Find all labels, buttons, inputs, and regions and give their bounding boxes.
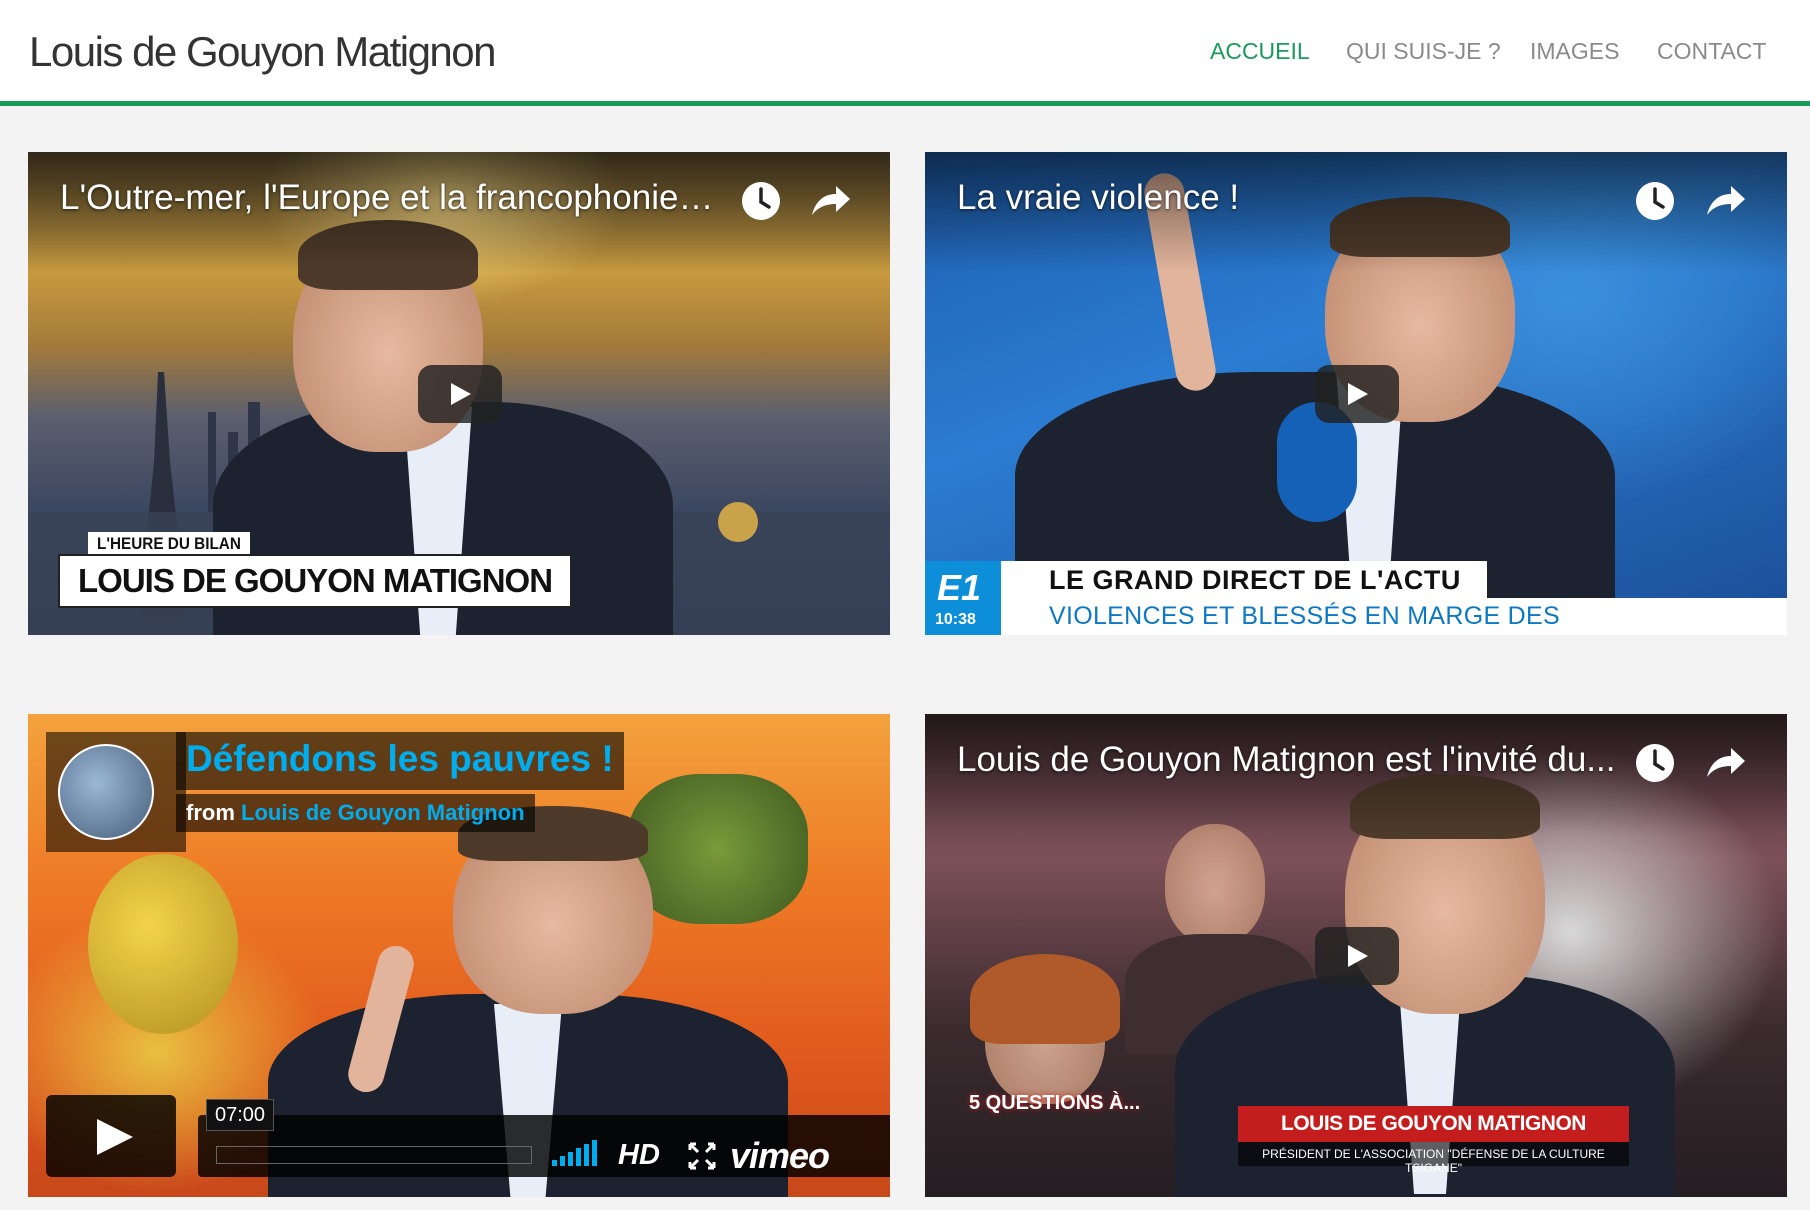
video-title[interactable]: L'Outre-mer, l'Europe et la francophonie… xyxy=(60,178,720,218)
video-author-line: from Louis de Gouyon Matignon xyxy=(176,794,535,832)
share-icon[interactable] xyxy=(1703,741,1747,785)
site-header: Louis de Gouyon Matignon ACCUEIL QUI SUI… xyxy=(0,0,1810,106)
play-button[interactable] xyxy=(1315,365,1399,423)
video-embed-defendons-les-pauvres[interactable]: Défendons les pauvres ! from Louis de Go… xyxy=(28,714,890,1197)
speaker-caption: LOUIS DE GOUYON MATIGNON xyxy=(1238,1106,1629,1142)
clock-icon[interactable] xyxy=(739,179,783,223)
video-duration: 07:00 xyxy=(206,1099,275,1131)
news-lower-third: E1 10:38 LE GRAND DIRECT DE L'ACTU VIOLE… xyxy=(925,561,1787,635)
share-icon[interactable] xyxy=(808,179,852,223)
play-button[interactable] xyxy=(46,1095,176,1177)
show-caption: L'HEURE DU BILAN xyxy=(88,532,250,556)
play-button[interactable] xyxy=(418,365,502,423)
video-title[interactable]: La vraie violence ! xyxy=(957,178,1617,218)
vase-image xyxy=(88,854,238,1034)
show-logo: 5 QUESTIONS À... xyxy=(969,1092,1141,1114)
video-title[interactable]: Défendons les pauvres ! xyxy=(176,732,624,790)
volume-icon[interactable] xyxy=(552,1140,602,1166)
speaker-caption: LOUIS DE GOUYON MATIGNON xyxy=(58,554,573,608)
play-button[interactable] xyxy=(1315,927,1399,985)
hd-toggle[interactable]: HD xyxy=(618,1139,660,1172)
vimeo-header xyxy=(46,732,186,852)
clock-icon[interactable] xyxy=(1633,179,1677,223)
progress-bar[interactable] xyxy=(216,1146,532,1164)
artichoke-image xyxy=(628,774,808,924)
video-embed-vraie-violence[interactable]: La vraie violence ! E1 10:38 LE GRAND DI… xyxy=(925,152,1787,635)
nav-item-qui-suis-je[interactable]: QUI SUIS-JE ? xyxy=(1346,38,1501,65)
nav-item-contact[interactable]: CONTACT xyxy=(1657,38,1766,65)
channel-logo: E1 10:38 xyxy=(925,561,1001,635)
nav-item-accueil[interactable]: ACCUEIL xyxy=(1210,38,1310,65)
clock-icon[interactable] xyxy=(1633,741,1677,785)
news-subheadline: VIOLENCES ET BLESSÉS EN MARGE DES MANIFE… xyxy=(1001,598,1787,635)
share-icon[interactable] xyxy=(1703,179,1747,223)
main-nav: ACCUEIL QUI SUIS-JE ? IMAGES CONTACT xyxy=(0,38,1810,68)
fullscreen-icon[interactable] xyxy=(688,1142,716,1170)
news-headline: LE GRAND DIRECT DE L'ACTU xyxy=(1001,561,1487,598)
author-link[interactable]: Louis de Gouyon Matignon xyxy=(241,800,525,825)
speaker-subcaption: PRÉSIDENT DE L'ASSOCIATION "DÉFENSE DE L… xyxy=(1238,1142,1629,1175)
video-embed-invite[interactable]: Louis de Gouyon Matignon est l'invité du… xyxy=(925,714,1787,1197)
nav-item-images[interactable]: IMAGES xyxy=(1530,38,1619,65)
author-avatar[interactable] xyxy=(58,744,154,840)
video-title[interactable]: Louis de Gouyon Matignon est l'invité du… xyxy=(957,740,1617,780)
vimeo-logo[interactable]: vimeo xyxy=(730,1135,830,1177)
video-embed-outre-mer[interactable]: L'Outre-mer, l'Europe et la francophonie… xyxy=(28,152,890,635)
